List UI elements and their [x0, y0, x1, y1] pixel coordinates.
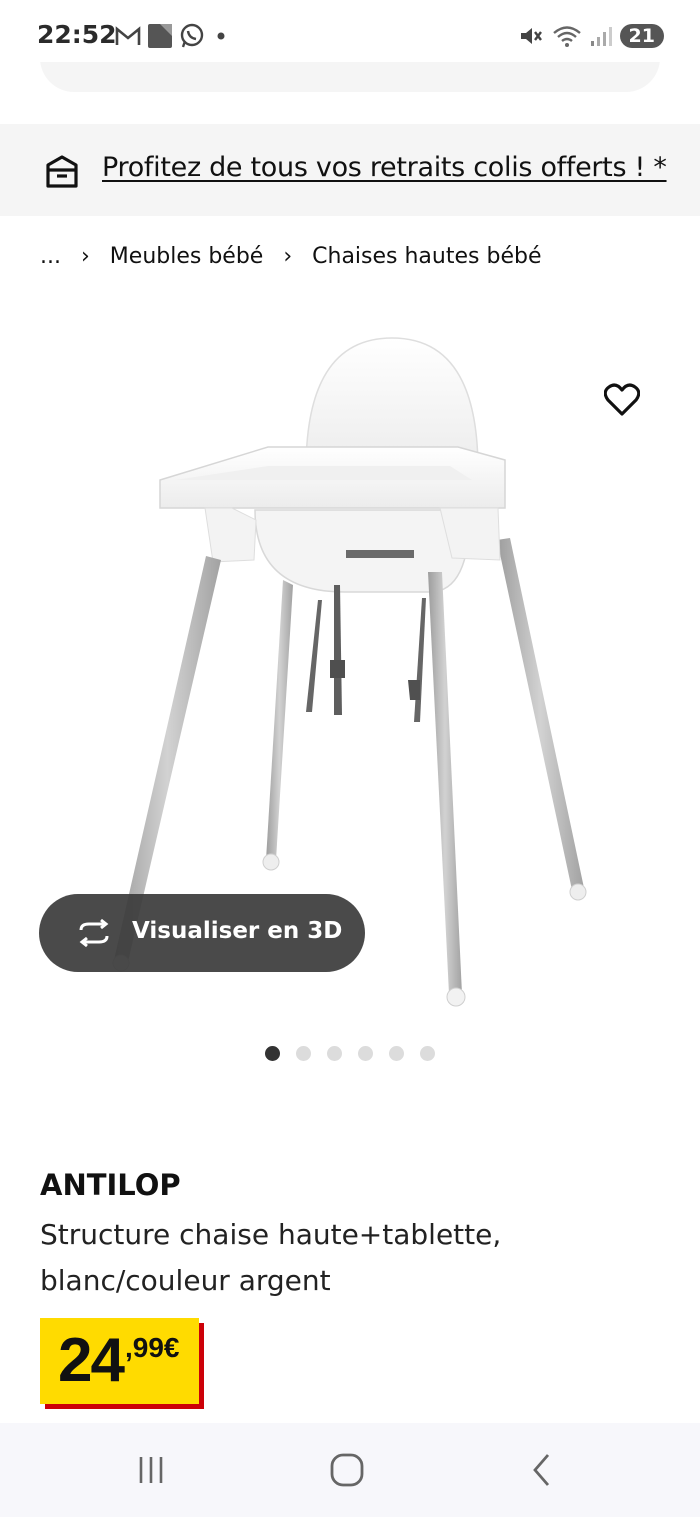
carousel-dot[interactable]: [358, 1046, 373, 1061]
view-3d-button[interactable]: Visualiser en 3D: [39, 894, 365, 972]
status-time: 22:52: [37, 20, 117, 49]
back-icon: [533, 1454, 550, 1486]
wifi-icon: [552, 26, 581, 47]
carousel-dot[interactable]: [389, 1046, 404, 1061]
recent-apps-button[interactable]: [128, 1447, 174, 1493]
price-integer: 24: [58, 1326, 125, 1395]
favorite-button[interactable]: [600, 378, 644, 422]
breadcrumb-item-high-chairs[interactable]: Chaises hautes bébé: [312, 244, 541, 269]
product-name: ANTILOP: [40, 1168, 181, 1202]
app-icon: [148, 24, 172, 48]
product-description: Structure chaise haute+tablette, blanc/c…: [40, 1218, 502, 1297]
heart-icon: [604, 383, 640, 416]
chevron-right-icon: ›: [283, 244, 293, 269]
whatsapp-icon: [180, 23, 204, 48]
breadcrumb: ... › Meubles bébé › Chaises hautes bébé: [40, 244, 541, 269]
carousel-dot[interactable]: [296, 1046, 311, 1061]
mute-icon: [520, 28, 542, 44]
system-nav-bar: [0, 1423, 700, 1517]
chevron-right-icon: ›: [80, 244, 90, 269]
price-decimal: ,99€: [124, 1332, 180, 1363]
carousel-dot[interactable]: [327, 1046, 342, 1061]
carousel-dots: [265, 1046, 435, 1061]
rotate-3d-icon: [79, 918, 109, 948]
promo-banner[interactable]: Profitez de tous vos retraits colis offe…: [0, 124, 700, 216]
carousel-dot[interactable]: [420, 1046, 435, 1061]
home-button[interactable]: [324, 1447, 370, 1493]
dot-icon: [217, 32, 225, 40]
carousel-dot-active[interactable]: [265, 1046, 280, 1061]
status-bar: 22:52 21: [0, 0, 700, 62]
promo-link[interactable]: Profitez de tous vos retraits colis offe…: [102, 152, 667, 183]
back-button[interactable]: [520, 1447, 566, 1493]
home-icon: [330, 1453, 364, 1487]
parcel-box-icon: [46, 155, 78, 188]
signal-icon: [590, 27, 612, 46]
notification-count-badge: 21: [619, 24, 664, 48]
recent-apps-icon: [139, 1457, 163, 1483]
breadcrumb-item-baby-furniture[interactable]: Meubles bébé: [110, 244, 264, 269]
view-3d-label: Visualiser en 3D: [132, 918, 343, 944]
breadcrumb-ellipsis[interactable]: ...: [40, 244, 61, 269]
gmail-icon: [115, 26, 141, 45]
price-tag: 24 ,99€: [40, 1318, 200, 1404]
